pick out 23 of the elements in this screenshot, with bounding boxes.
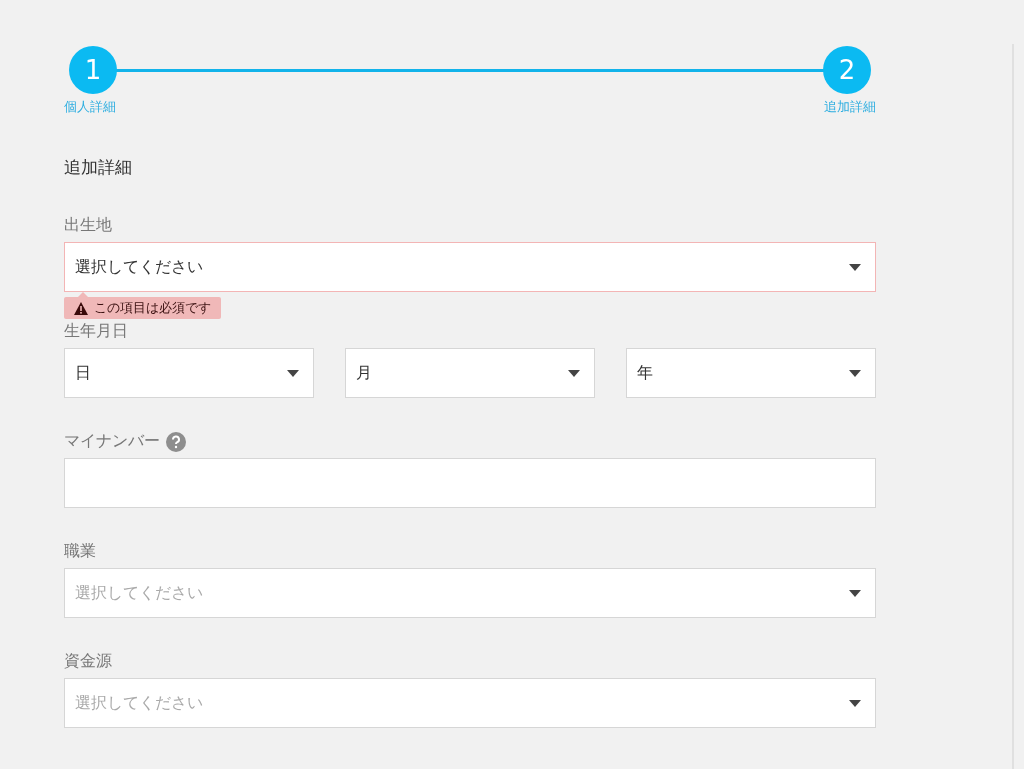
caret-icon <box>849 699 861 707</box>
field-label: 職業 <box>64 541 96 562</box>
caret-icon <box>849 263 861 271</box>
step-number: 1 <box>69 46 117 94</box>
step-number: 2 <box>823 46 871 94</box>
field-label: 資金源 <box>64 651 112 672</box>
caret-icon <box>849 589 861 597</box>
warning-icon <box>74 301 88 315</box>
field-label: マイナンバー <box>64 431 160 452</box>
select-field[interactable]: 月 <box>345 348 595 398</box>
caret-icon <box>849 369 861 377</box>
section-title: 追加詳細 <box>64 156 133 179</box>
field-label: 出生地 <box>64 215 112 236</box>
help-icon[interactable] <box>166 431 186 452</box>
select-field[interactable]: 選択してください <box>64 242 876 292</box>
field-label: 生年月日 <box>64 321 128 342</box>
step-label: 個人詳細 <box>64 98 116 116</box>
select-field[interactable]: 年 <box>626 348 876 398</box>
caret-icon <box>568 369 580 377</box>
step-label: 追加詳細 <box>824 98 876 116</box>
caret-icon <box>287 369 299 377</box>
select-field[interactable]: 日 <box>64 348 314 398</box>
input-field[interactable] <box>64 458 876 508</box>
